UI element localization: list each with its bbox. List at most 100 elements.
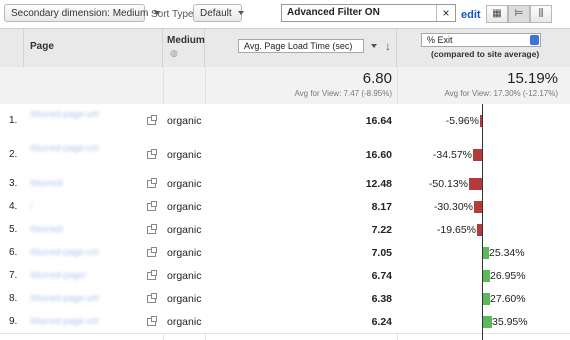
load-time-cell: 7.22	[371, 224, 392, 236]
external-link-icon[interactable]	[147, 270, 157, 280]
exit-bar	[483, 270, 490, 282]
chevron-updown-icon	[530, 35, 539, 45]
page-column-header[interactable]: Page	[24, 29, 163, 67]
load-time-total: 6.80	[362, 70, 392, 87]
compare-caption: (compared to site average)	[431, 49, 540, 59]
metric-column-header: Avg. Page Load Time (sec) ↓	[205, 29, 397, 67]
medium-cell: organic	[167, 247, 202, 259]
external-link-icon[interactable]	[147, 201, 157, 211]
exit-bar	[483, 247, 489, 259]
comparison-view-button[interactable]: ⊨	[508, 5, 530, 23]
page-column-label: Page	[30, 41, 54, 52]
page-link[interactable]: /blurred/	[30, 224, 63, 234]
load-time-cell: 6.38	[371, 293, 392, 305]
table-row: 9. /blurred-page-url/organic 6.24 35.95%	[0, 310, 570, 334]
row-index: 6.	[9, 247, 18, 258]
edit-filter-link[interactable]: edit	[461, 9, 481, 21]
table-row: 5. /blurred/organic 7.22 -19.65%	[0, 218, 570, 242]
load-time-cell: 7.05	[371, 247, 392, 259]
row-index: 9.	[9, 316, 18, 327]
medium-cell: organic	[167, 293, 202, 305]
exit-bar	[483, 293, 490, 305]
secondary-dimension-dropdown[interactable]: Secondary dimension: Medium	[4, 4, 161, 22]
exit-bar	[474, 201, 482, 213]
table-grid-icon: ▦	[492, 8, 502, 19]
table-view-button[interactable]: ▦	[486, 5, 508, 23]
row-index: 7.	[9, 270, 18, 281]
external-link-icon[interactable]	[147, 293, 157, 303]
row-index: 2.	[9, 149, 18, 160]
load-time-cell: 16.60	[365, 149, 392, 161]
clear-filter-icon[interactable]: ×	[436, 5, 455, 21]
page-link[interactable]: /blurred-page/	[30, 270, 86, 280]
row-index: 3.	[9, 178, 18, 189]
sort-descending-icon[interactable]: ↓	[385, 39, 391, 53]
comparison-icon: ⊨	[514, 8, 524, 19]
pivot-icon: ⫼	[538, 8, 544, 19]
load-time-cell: 16.64	[365, 115, 392, 127]
load-time-view-average: Avg for View: 7.47 (-8.95%)	[294, 89, 392, 98]
table-header: Page Medium ◍ Avg. Page Load Time (sec) …	[0, 28, 570, 68]
page-link[interactable]: /blurred-page-url/	[30, 316, 99, 326]
external-link-icon[interactable]	[147, 247, 157, 257]
table-toolbar: Secondary dimension: Medium Sort Type: D…	[0, 0, 570, 28]
external-link-icon[interactable]	[147, 178, 157, 188]
metric-selector[interactable]: Avg. Page Load Time (sec)	[238, 39, 377, 53]
row-index: 8.	[9, 293, 18, 304]
compare-metric-value: % Exit	[427, 35, 453, 45]
advanced-filter-text: Advanced Filter ON	[287, 7, 380, 18]
metric-selector-value: Avg. Page Load Time (sec)	[244, 41, 353, 51]
exit-view-average: Avg for View: 17.30% (-12.17%)	[444, 89, 558, 98]
external-link-icon[interactable]	[147, 115, 157, 125]
compare-metric-selector[interactable]: % Exit	[421, 33, 541, 47]
exit-percent-cell: 25.34%	[489, 247, 525, 259]
sort-type-value: Default	[200, 8, 232, 19]
medium-cell: organic	[167, 201, 202, 213]
advanced-filter-field[interactable]: Advanced Filter ON ×	[281, 4, 456, 22]
exit-percent-cell: -34.57%	[432, 149, 472, 161]
medium-cell: organic	[167, 149, 202, 161]
exit-bar	[483, 316, 492, 328]
secondary-dimension-label: Secondary dimension: Medium	[11, 8, 149, 19]
table-row: 4. / organic 8.17 -30.30%	[0, 195, 570, 219]
summary-row: 6.80 Avg for View: 7.47 (-8.95%) 15.19% …	[0, 67, 570, 105]
exit-percent-cell: 35.95%	[492, 316, 528, 328]
page-link[interactable]: /blurred-page-url/	[30, 143, 99, 153]
table-row: 3. /blurred/organic 12.48 -50.13%	[0, 172, 570, 196]
table-row: 2. /blurred-page-url/organic 16.60 -34.57%	[0, 138, 570, 173]
load-time-cell: 8.17	[371, 201, 392, 213]
page-link[interactable]: /blurred-page-url/	[30, 109, 99, 119]
medium-cell: organic	[167, 316, 202, 328]
chevron-down-icon	[237, 11, 244, 16]
load-time-cell: 12.48	[365, 178, 392, 190]
page-link[interactable]: /	[30, 201, 33, 211]
load-time-cell: 6.24	[371, 316, 392, 328]
row-index: 1.	[9, 115, 18, 126]
medium-cell: organic	[167, 115, 202, 127]
table-row: 6. /blurred-page-url/organic 7.05 25.34%	[0, 241, 570, 265]
page-link[interactable]: /blurred/	[30, 178, 63, 188]
page-link[interactable]: /blurred-page-url/	[30, 247, 99, 257]
exit-percent-cell: 26.95%	[490, 270, 526, 282]
sort-type-label: Sort Type:	[151, 9, 197, 20]
zero-baseline	[482, 104, 483, 340]
page-link[interactable]: /blurred-page-url/	[30, 293, 99, 303]
exit-total: 15.19%	[507, 70, 558, 87]
exit-percent-cell: -5.96%	[445, 115, 479, 127]
pivot-view-button[interactable]: ⫼	[530, 5, 552, 23]
help-icon: ◍	[170, 48, 178, 58]
table-row: 1. /blurred-page-url/organic 16.64 -5.96%	[0, 104, 570, 139]
medium-column-label: Medium	[167, 35, 205, 46]
chevron-down-icon	[371, 44, 377, 48]
sort-type-dropdown[interactable]: Default	[193, 4, 244, 22]
medium-cell: organic	[167, 270, 202, 282]
external-link-icon[interactable]	[147, 316, 157, 326]
row-index: 4.	[9, 201, 18, 212]
exit-percent-cell: -30.30%	[433, 201, 473, 213]
external-link-icon[interactable]	[147, 224, 157, 234]
exit-bar	[469, 178, 482, 190]
medium-column-header[interactable]: Medium ◍	[163, 29, 205, 67]
exit-percent-cell: -19.65%	[436, 224, 476, 236]
external-link-icon[interactable]	[147, 149, 157, 159]
exit-percent-cell: 27.60%	[490, 293, 526, 305]
